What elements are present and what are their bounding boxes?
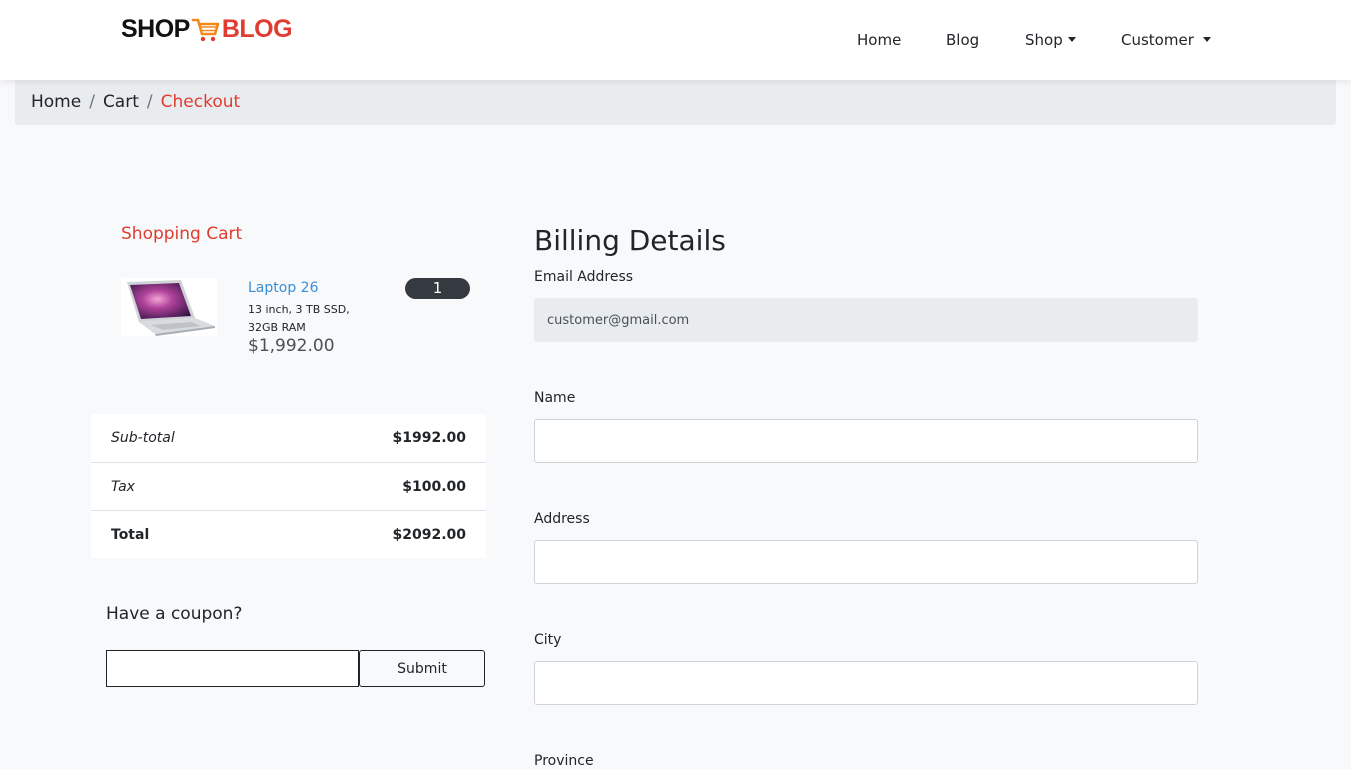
total-label: Total	[111, 526, 150, 543]
email-field[interactable]	[534, 298, 1198, 342]
breadcrumb-checkout: Checkout	[160, 92, 241, 112]
product-name-link[interactable]: Laptop 26	[248, 280, 318, 296]
total-value: $2092.00	[392, 526, 466, 543]
nav-blog[interactable]: Blog	[946, 31, 979, 49]
coupon-submit-button[interactable]: Submit	[359, 650, 485, 687]
name-label: Name	[534, 390, 576, 406]
breadcrumb: Home / Cart / Checkout	[15, 80, 1336, 125]
email-label: Email Address	[534, 269, 634, 285]
nav-customer-dropdown[interactable]: Customer	[1121, 31, 1211, 49]
quantity-badge: 1	[405, 278, 470, 299]
subtotal-row: Sub-total $1992.00	[91, 414, 486, 462]
nav-shop-dropdown[interactable]: Shop	[1025, 31, 1076, 49]
breadcrumb-cart[interactable]: Cart	[103, 92, 139, 112]
laptop-image	[127, 280, 215, 336]
nav-customer-label: Customer	[1121, 31, 1194, 49]
breadcrumb-separator: /	[89, 92, 95, 112]
breadcrumb-home[interactable]: Home	[31, 92, 81, 112]
name-field[interactable]	[534, 419, 1198, 463]
subtotal-value: $1992.00	[392, 430, 466, 446]
tax-row: Tax $100.00	[91, 462, 486, 510]
coupon-title: Have a coupon?	[106, 604, 243, 624]
address-field[interactable]	[534, 540, 1198, 584]
nav-shop-label: Shop	[1025, 31, 1063, 49]
tax-value: $100.00	[402, 478, 466, 495]
tax-label: Tax	[111, 478, 135, 495]
subtotal-label: Sub-total	[111, 430, 175, 446]
city-label: City	[534, 632, 562, 648]
province-label: Province	[534, 753, 594, 769]
breadcrumb-separator: /	[146, 92, 153, 112]
total-row: Total $2092.00	[91, 510, 486, 558]
order-totals-table: Sub-total $1992.00 Tax $100.00 Total $20…	[91, 414, 486, 558]
billing-details-title: Billing Details	[534, 224, 726, 257]
product-description: 13 inch, 3 TB SSD, 32GB RAM	[248, 303, 350, 334]
navbar: SHOP BLOG Home Blog Shop Customer	[0, 0, 1351, 80]
caret-down-icon	[1067, 37, 1076, 42]
city-field[interactable]	[534, 661, 1198, 705]
nav-home[interactable]: Home	[857, 31, 901, 49]
shopping-cart-title: Shopping Cart	[121, 224, 243, 244]
address-label: Address	[534, 511, 590, 527]
coupon-input[interactable]	[106, 650, 359, 687]
product-price: $1,992.00	[248, 336, 335, 356]
caret-down-icon	[1202, 37, 1211, 42]
product-image[interactable]	[121, 278, 217, 336]
main-nav: Home Blog Shop Customer	[0, 31, 1351, 53]
